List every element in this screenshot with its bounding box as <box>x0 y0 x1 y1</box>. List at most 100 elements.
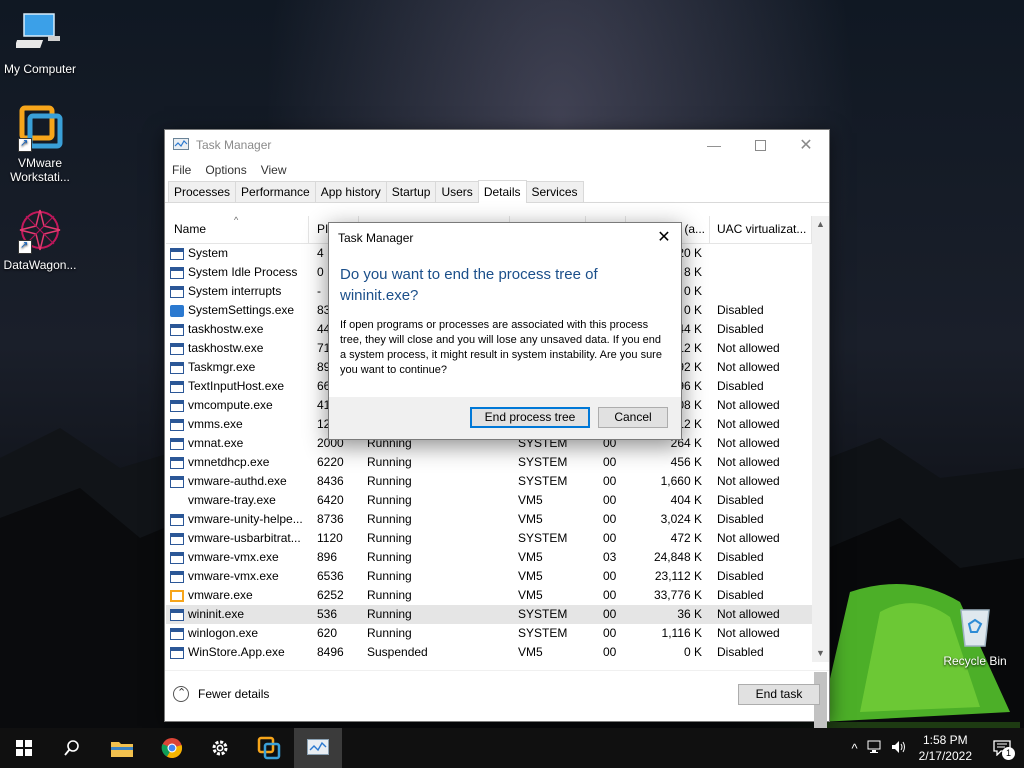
start-button[interactable] <box>0 728 48 768</box>
uac-virtualization-cell <box>710 263 812 282</box>
menu-options[interactable]: Options <box>205 163 246 177</box>
table-row[interactable]: vmware-usbarbitrat... 1120 Running SYSTEM 00… <box>166 529 812 548</box>
table-row[interactable]: vmware-unity-helpe... 8736 Running VM5 00 3,0… <box>166 510 812 529</box>
table-row[interactable]: WinStore.App.exe 8496 Suspended VM5 00 0 K Dis… <box>166 643 812 662</box>
taskbar-file-explorer[interactable] <box>98 728 146 768</box>
volume-icon[interactable] <box>891 740 907 757</box>
dialog-close-button[interactable]: ✕ <box>653 227 675 249</box>
close-icon: ✕ <box>657 229 671 246</box>
uac-virtualization-cell: Not allowed <box>717 455 780 469</box>
dialog-title-bar[interactable]: Task Manager ✕ <box>329 223 681 253</box>
vertical-scrollbar[interactable]: ▲ ▼ <box>812 216 829 732</box>
title-bar[interactable]: Task Manager — ✕ <box>165 130 829 160</box>
cpu-cell: 00 <box>603 569 617 583</box>
process-name-cell: System interrupts <box>166 282 309 301</box>
taskbar-chrome[interactable] <box>148 728 196 768</box>
process-name-cell: vmcompute.exe <box>166 396 309 415</box>
chevron-up-icon <box>173 686 189 702</box>
scroll-up-icon[interactable]: ▲ <box>812 216 829 233</box>
user-name-cell: VM5 <box>518 493 543 507</box>
search-button[interactable] <box>48 728 96 768</box>
taskbar-settings[interactable] <box>196 728 244 768</box>
uac-virtualization-cell: Disabled <box>717 322 764 336</box>
column-header-label: UAC virtualizat... <box>717 222 807 236</box>
scroll-down-icon[interactable]: ▼ <box>812 645 829 662</box>
pid-cell: 8496 <box>317 645 344 659</box>
network-icon[interactable] <box>867 740 883 757</box>
process-window-icon <box>170 323 184 336</box>
desktop-icon-datawagon[interactable]: DataWagon... <box>0 206 80 272</box>
maximize-button[interactable] <box>737 130 783 160</box>
desktop-icon-recycle-bin[interactable]: Recycle Bin <box>935 602 1015 668</box>
clock[interactable]: 1:58 PM 2/17/2022 <box>919 732 972 764</box>
process-name-label: vmware-vmx.exe <box>188 550 279 564</box>
cpu-cell: 00 <box>603 588 617 602</box>
process-name-label: SystemSettings.exe <box>188 303 295 317</box>
window-title: Task Manager <box>196 138 272 152</box>
desktop-icon-vmware[interactable]: VMware Workstati... <box>0 104 80 184</box>
process-name-label: System interrupts <box>188 284 282 298</box>
status-cell: Running <box>367 550 412 564</box>
table-row[interactable]: vmware-vmx.exe 6536 Running VM5 00 23,112 K Di… <box>166 567 812 586</box>
table-row[interactable]: winlogon.exe 620 Running SYSTEM 00 1,116 K Not… <box>166 624 812 643</box>
no-icon <box>170 495 184 507</box>
uac-virtualization-cell: Disabled <box>717 379 764 393</box>
status-cell: Running <box>367 607 412 621</box>
pid-cell: 896 <box>317 550 338 564</box>
process-name-cell: TextInputHost.exe <box>166 377 309 396</box>
show-hidden-icons-icon[interactable]: ^ <box>852 741 858 756</box>
desktop-icon-my-computer[interactable]: My Computer <box>0 10 80 76</box>
tab-app-history[interactable]: App history <box>314 181 387 202</box>
tab-performance[interactable]: Performance <box>235 181 316 202</box>
table-row[interactable]: vmware.exe 6252 Running VM5 00 33,776 K Disabl… <box>166 586 812 605</box>
cpu-cell: 00 <box>603 531 617 545</box>
minimize-button[interactable]: — <box>691 130 737 160</box>
process-window-icon <box>170 418 184 431</box>
cpu-cell: 00 <box>603 512 617 526</box>
process-name-label: vmms.exe <box>188 417 243 431</box>
close-button[interactable]: ✕ <box>783 130 829 160</box>
uac-virtualization-cell: Not allowed <box>717 436 780 450</box>
table-row[interactable]: vmnetdhcp.exe 6220 Running SYSTEM 00 456 K Not… <box>166 453 812 472</box>
desktop-icon-label: My Computer <box>3 62 77 76</box>
process-name-cell: vmware-unity-helpe... <box>166 510 309 529</box>
memory-cell: 23,112 K <box>654 569 702 583</box>
end-task-button[interactable]: End task <box>738 684 820 705</box>
memory-cell: 1,116 K <box>661 626 702 640</box>
tab-processes[interactable]: Processes <box>168 181 237 202</box>
uac-virtualization-cell: Disabled <box>717 493 764 507</box>
taskbar-task-manager[interactable] <box>294 728 342 768</box>
user-name-cell: VM5 <box>518 512 543 526</box>
fewer-details-toggle[interactable]: Fewer details <box>173 686 269 702</box>
dialog-message: If open programs or processes are associ… <box>340 319 662 376</box>
process-name-cell: vmms.exe <box>166 415 309 434</box>
notification-center-button[interactable]: 1 <box>986 728 1018 768</box>
cancel-button[interactable]: Cancel <box>598 407 668 428</box>
process-name-cell: vmnetdhcp.exe <box>166 453 309 472</box>
tab-users[interactable]: Users <box>435 181 479 202</box>
table-row[interactable]: vmware-vmx.exe 896 Running VM5 03 24,848 K Dis… <box>166 548 812 567</box>
process-name-cell: vmware-usbarbitrat... <box>166 529 309 548</box>
tab-startup[interactable]: Startup <box>385 181 437 202</box>
user-name-cell: SYSTEM <box>518 474 568 488</box>
table-row[interactable]: vmware-authd.exe 8436 Running SYSTEM 00 1,660… <box>166 472 812 491</box>
column-header-name[interactable]: Name ^ <box>166 216 309 243</box>
user-name-cell: SYSTEM <box>518 626 568 640</box>
uac-virtualization-cell: Not allowed <box>717 341 780 355</box>
column-header-uac[interactable]: UAC virtualizat... <box>710 216 812 243</box>
datawagon-icon <box>16 206 64 254</box>
sort-ascending-icon: ^ <box>234 216 239 225</box>
status-cell: Running <box>367 474 412 488</box>
table-row[interactable]: vmware-tray.exe 6420 Running VM5 00 404 K Disa… <box>166 491 812 510</box>
tab-details[interactable]: Details <box>477 180 527 203</box>
settings-app-icon <box>170 304 184 317</box>
taskbar: ^ 1:58 PM 2/17/2022 1 <box>0 728 1024 768</box>
tab-services[interactable]: Services <box>525 181 584 202</box>
menu-file[interactable]: File <box>172 163 191 177</box>
end-process-tree-button[interactable]: End process tree <box>470 407 590 428</box>
table-row[interactable]: wininit.exe 536 Running SYSTEM 00 36 K Not all… <box>166 605 812 624</box>
taskbar-vmware[interactable] <box>245 728 293 768</box>
menu-view[interactable]: View <box>261 163 287 177</box>
status-cell: Running <box>367 569 412 583</box>
user-name-cell: VM5 <box>518 645 543 659</box>
